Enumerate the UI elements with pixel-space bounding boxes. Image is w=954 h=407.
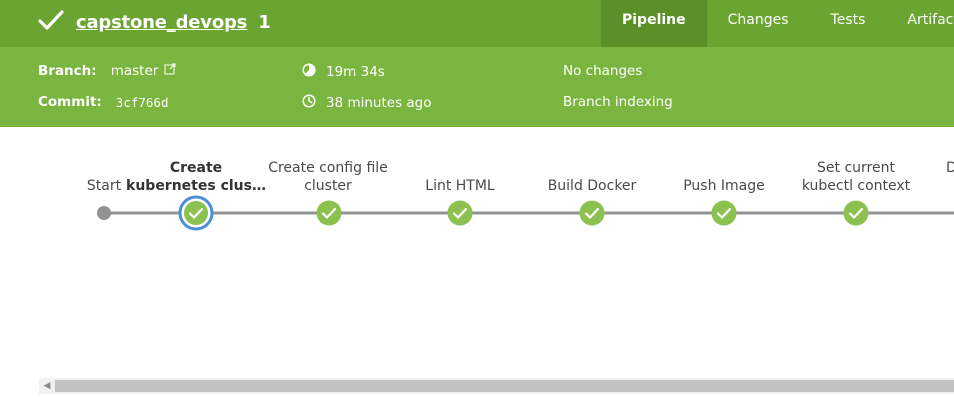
tab-pipeline[interactable]: Pipeline [601, 0, 707, 47]
stage-lint-html-label[interactable]: Lint HTML [390, 177, 530, 195]
commit-label: Commit: [38, 94, 102, 110]
external-link-icon[interactable] [164, 63, 186, 79]
run-tabs: Pipeline Changes Tests Artifacts [601, 0, 954, 47]
tab-artifacts[interactable]: Artifacts [886, 0, 954, 47]
started-row: 38 minutes ago [302, 94, 432, 112]
started-value: 38 minutes ago [326, 95, 432, 111]
stage-create-cluster-node[interactable] [178, 195, 214, 231]
stage-push-image-label[interactable]: Push Image [654, 177, 794, 195]
stage-config-file-node[interactable] [316, 200, 342, 226]
stage-lint-html-node[interactable] [447, 200, 473, 226]
scroll-left-icon[interactable]: ◀ [39, 378, 55, 394]
tab-tests[interactable]: Tests [810, 0, 887, 47]
changes-text: No changes [563, 63, 643, 79]
duration-row: 19m 34s [302, 63, 385, 81]
run-summary: Branch: master Commit: 3cf766d 19m 34s 3… [0, 47, 954, 127]
pipeline-graph: Start Create kubernetes clus… Create conf… [0, 127, 954, 377]
stage-config-file-label[interactable]: Create config file cluster [258, 159, 398, 195]
clock-icon [302, 94, 326, 112]
stage-build-docker-node[interactable] [579, 200, 605, 226]
cause-text: Branch indexing [563, 94, 673, 110]
run-title: capstone_devops 1 [38, 7, 271, 37]
duration-value: 19m 34s [326, 64, 385, 80]
stage-push-image-node[interactable] [711, 200, 737, 226]
stage-start-node [97, 206, 111, 220]
branch-label: Branch: [38, 63, 97, 79]
branch-value: master [110, 63, 159, 79]
success-check-icon [38, 9, 76, 35]
run-header: capstone_devops 1 Pipeline Changes Tests… [0, 0, 954, 47]
stage-kubectl-context-label[interactable]: Set current kubectl context [786, 159, 926, 195]
pipeline-name-link[interactable]: capstone_devops [76, 12, 247, 33]
stage-next-label[interactable]: D [946, 159, 954, 177]
commit-row: Commit: 3cf766d [38, 94, 168, 110]
horizontal-scrollbar[interactable]: ◀ [39, 378, 954, 394]
tab-changes[interactable]: Changes [707, 0, 810, 47]
scrollbar-thumb[interactable] [55, 380, 954, 392]
duration-icon [302, 63, 326, 81]
stage-build-docker-label[interactable]: Build Docker [522, 177, 662, 195]
commit-hash[interactable]: 3cf766d [116, 95, 169, 110]
branch-row: Branch: master [38, 63, 186, 79]
run-number: 1 [258, 11, 271, 33]
stage-kubectl-context-node[interactable] [843, 200, 869, 226]
stage-create-cluster-label[interactable]: Create kubernetes clus… [126, 159, 266, 195]
